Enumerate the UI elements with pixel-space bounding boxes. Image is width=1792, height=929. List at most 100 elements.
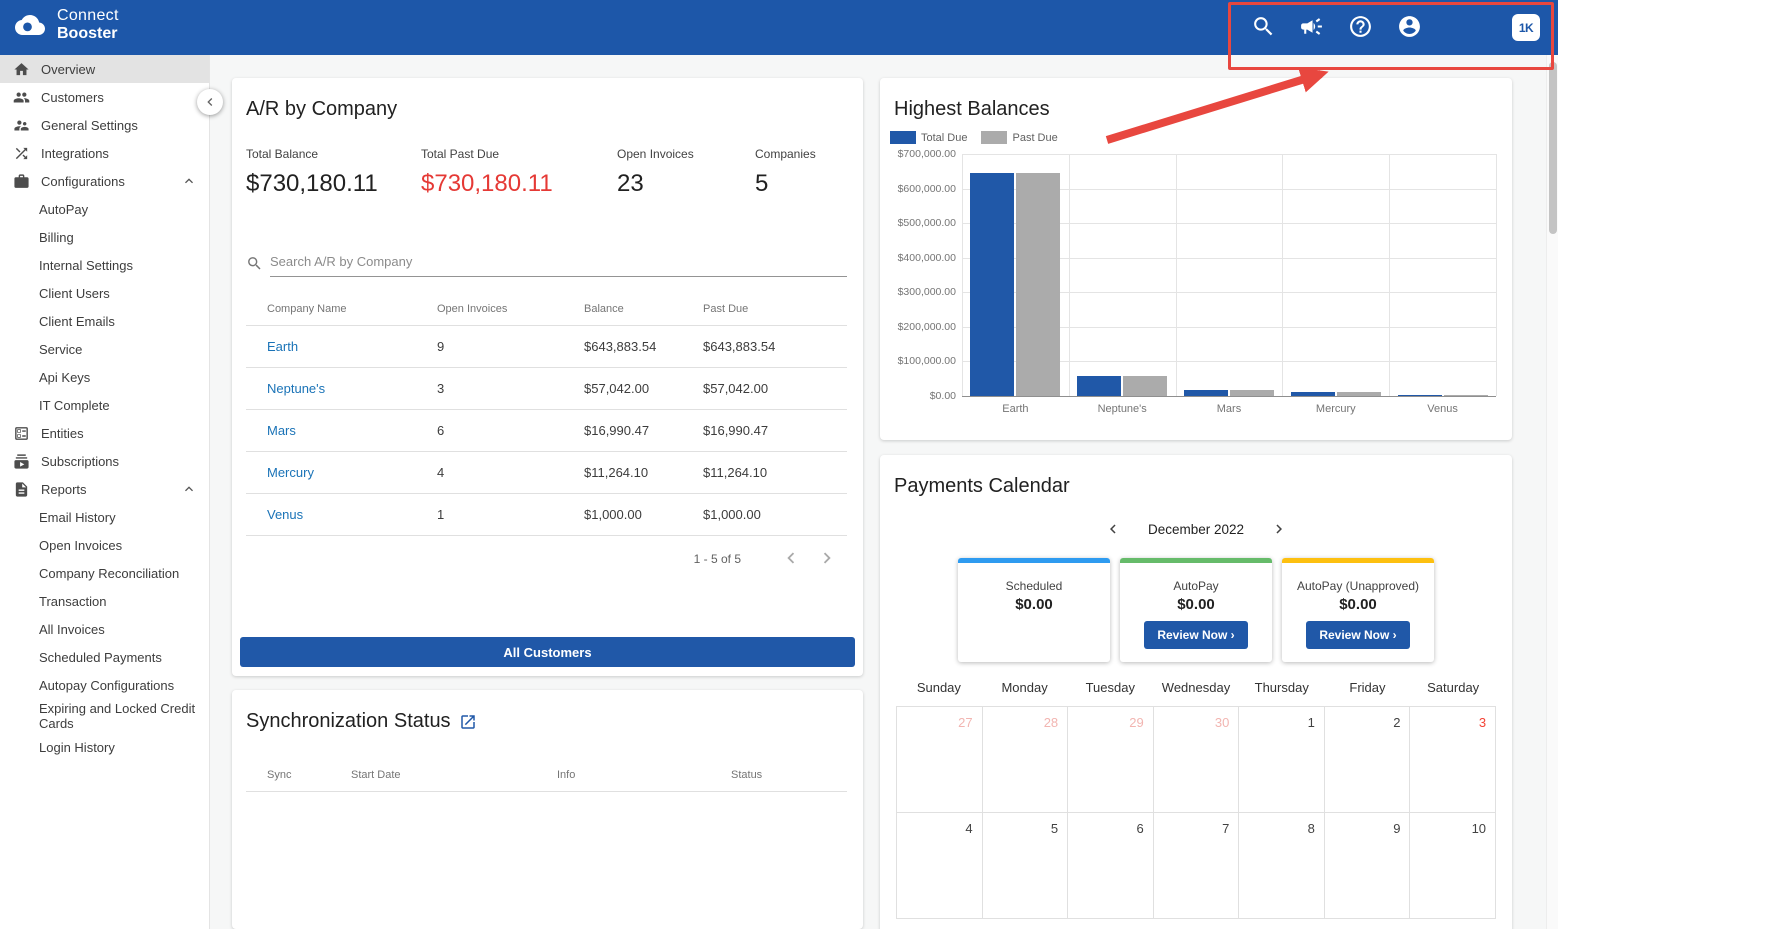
sidebar-item-autopay-configurations[interactable]: Autopay Configurations [0, 671, 209, 699]
stat-companies: Companies 5 [755, 147, 847, 198]
pagination-next-button[interactable] [813, 545, 841, 573]
weekday-friday: Friday [1349, 680, 1386, 695]
cell-past-due: $1,000.00 [703, 507, 761, 522]
calendar-day-30[interactable]: 30 [1153, 707, 1240, 812]
day-number: 30 [1214, 715, 1230, 730]
integrations-icon [15, 147, 28, 159]
sidebar-item-label: Entities [41, 425, 84, 441]
sidebar-item-configurations[interactable]: Configurations [0, 167, 209, 195]
sidebar-item-email-history[interactable]: Email History [0, 503, 209, 531]
y-axis-label: $500,000.00 [897, 217, 956, 230]
account-button[interactable] [1395, 14, 1423, 42]
calendar-day-4[interactable]: 4 [896, 813, 983, 918]
chevron-right-icon [823, 552, 831, 563]
sidebar-item-overview[interactable]: Overview [0, 55, 209, 83]
summary-value: $0.00 [1339, 596, 1377, 613]
calendar-day-29[interactable]: 29 [1068, 707, 1154, 812]
column-header-start-date: Start Date [351, 769, 401, 781]
sidebar-item-subscriptions[interactable]: Subscriptions [0, 447, 209, 475]
sidebar-item-label: Scheduled Payments [39, 649, 162, 665]
brand-line1: Connect [57, 7, 119, 24]
sidebar-item-autopay[interactable]: AutoPay [0, 195, 209, 223]
sidebar-item-company-reconciliation[interactable]: Company Reconciliation [0, 559, 209, 587]
search-button[interactable] [1249, 14, 1277, 42]
column-header-status: Status [731, 769, 763, 781]
calendar-next-month-button[interactable] [1266, 516, 1292, 542]
it-complete-label: 1K [1518, 20, 1534, 35]
all-customers-button[interactable]: All Customers [240, 637, 855, 667]
sidebar-item-integrations[interactable]: Integrations [0, 139, 209, 167]
sidebar-item-it-complete[interactable]: IT Complete [0, 391, 209, 419]
sidebar-item-scheduled-payments[interactable]: Scheduled Payments [0, 643, 209, 671]
company-link-venus[interactable]: Venus [267, 507, 303, 522]
open-in-new-icon[interactable] [459, 713, 477, 731]
sidebar-collapse-button[interactable] [197, 89, 223, 115]
calendar-day-8[interactable]: 8 [1239, 813, 1325, 918]
sidebar-item-transaction[interactable]: Transaction [0, 587, 209, 615]
column-header-open-invoices: Open Invoices [437, 303, 508, 315]
legend-swatch [890, 131, 916, 144]
page-scrollbar[interactable] [1546, 55, 1558, 929]
summary-card-autopay: AutoPay $0.00 Review Now › [1120, 558, 1272, 662]
main-content: A/R by Company Total Balance $730,180.11… [210, 55, 1546, 929]
day-number: 27 [958, 715, 973, 730]
sidebar-item-customers[interactable]: Customers [0, 83, 209, 111]
it-complete-button[interactable]: 1K [1512, 14, 1540, 41]
sidebar-item-entities[interactable]: Entities [0, 419, 209, 447]
calendar-day-2[interactable]: 2 [1324, 707, 1411, 812]
help-button[interactable] [1346, 14, 1374, 42]
sidebar-item-billing[interactable]: Billing [0, 223, 209, 251]
review-now-button[interactable]: Review Now › [1306, 621, 1410, 649]
y-axis-label: $0.00 [929, 390, 956, 402]
sidebar-item-open-invoices[interactable]: Open Invoices [0, 531, 209, 559]
sidebar-item-internal-settings[interactable]: Internal Settings [0, 251, 209, 279]
calendar-day-6[interactable]: 6 [1068, 813, 1154, 918]
calendar-day-7[interactable]: 7 [1153, 813, 1240, 918]
y-axis-label: $300,000.00 [897, 286, 956, 299]
company-link-neptune-s[interactable]: Neptune's [267, 381, 325, 396]
chevron-right-icon: › [1392, 628, 1397, 642]
cell-past-due: $57,042.00 [703, 381, 769, 396]
review-now-button[interactable]: Review Now › [1144, 621, 1248, 649]
company-link-mercury[interactable]: Mercury [267, 465, 314, 480]
brand-logo[interactable]: Connect Booster [10, 7, 119, 42]
ar-search-input[interactable] [270, 250, 847, 277]
announcements-button[interactable] [1297, 14, 1325, 42]
company-link-mars[interactable]: Mars [267, 423, 296, 438]
sidebar-item-general-settings[interactable]: General Settings [0, 111, 209, 139]
calendar-day-5[interactable]: 5 [982, 813, 1069, 918]
sidebar-item-service[interactable]: Service [0, 335, 209, 363]
scrollbar-thumb[interactable] [1549, 62, 1557, 234]
pagination-prev-button[interactable] [777, 545, 805, 573]
sidebar-item-client-emails[interactable]: Client Emails [0, 307, 209, 335]
sidebar-item-all-invoices[interactable]: All Invoices [0, 615, 209, 643]
calendar-day-10[interactable]: 10 [1410, 813, 1497, 918]
cell-past-due: $643,883.54 [703, 339, 776, 354]
legend-item-past-due: Past Due [981, 131, 1058, 144]
calendar-day-1[interactable]: 1 [1239, 707, 1325, 812]
table-row: Earth 9 $643,883.54 $643,883.54 [246, 326, 847, 368]
table-row: Mars 6 $16,990.47 $16,990.47 [246, 410, 847, 452]
ar-pagination: 1 - 5 of 5 [232, 536, 863, 582]
ar-table-body: Earth 9 $643,883.54 $643,883.54 Neptune'… [246, 326, 847, 536]
sync-table-header: Sync Start Date Info Status [246, 769, 847, 792]
company-link-earth[interactable]: Earth [267, 339, 298, 354]
calendar-day-27[interactable]: 27 [896, 707, 983, 812]
sidebar-item-expiring-and-locked-credit-cards[interactable]: Expiring and Locked Credit Cards [0, 699, 209, 733]
bar-past-due-venus [1443, 395, 1488, 396]
sidebar-item-reports[interactable]: Reports [0, 475, 209, 503]
sidebar-item-client-users[interactable]: Client Users [0, 279, 209, 307]
sidebar-item-label: Configurations [41, 173, 125, 189]
calendar-day-3[interactable]: 3 [1410, 707, 1497, 812]
sidebar-item-api-keys[interactable]: Api Keys [0, 363, 209, 391]
calendar-day-28[interactable]: 28 [982, 707, 1069, 812]
y-axis-label: $100,000.00 [897, 355, 956, 368]
sync-card-title: Synchronization Status [246, 710, 847, 733]
calendar-day-9[interactable]: 9 [1324, 813, 1411, 918]
calendar-weeks: 27 28 29 30 1 2 3 4 5 6 7 8 9 10 [896, 706, 1497, 919]
calendar-prev-month-button[interactable] [1100, 516, 1126, 542]
day-number: 5 [1050, 821, 1059, 836]
day-number: 10 [1471, 821, 1487, 836]
sidebar-item-login-history[interactable]: Login History [0, 733, 209, 761]
day-number: 3 [1478, 715, 1487, 730]
